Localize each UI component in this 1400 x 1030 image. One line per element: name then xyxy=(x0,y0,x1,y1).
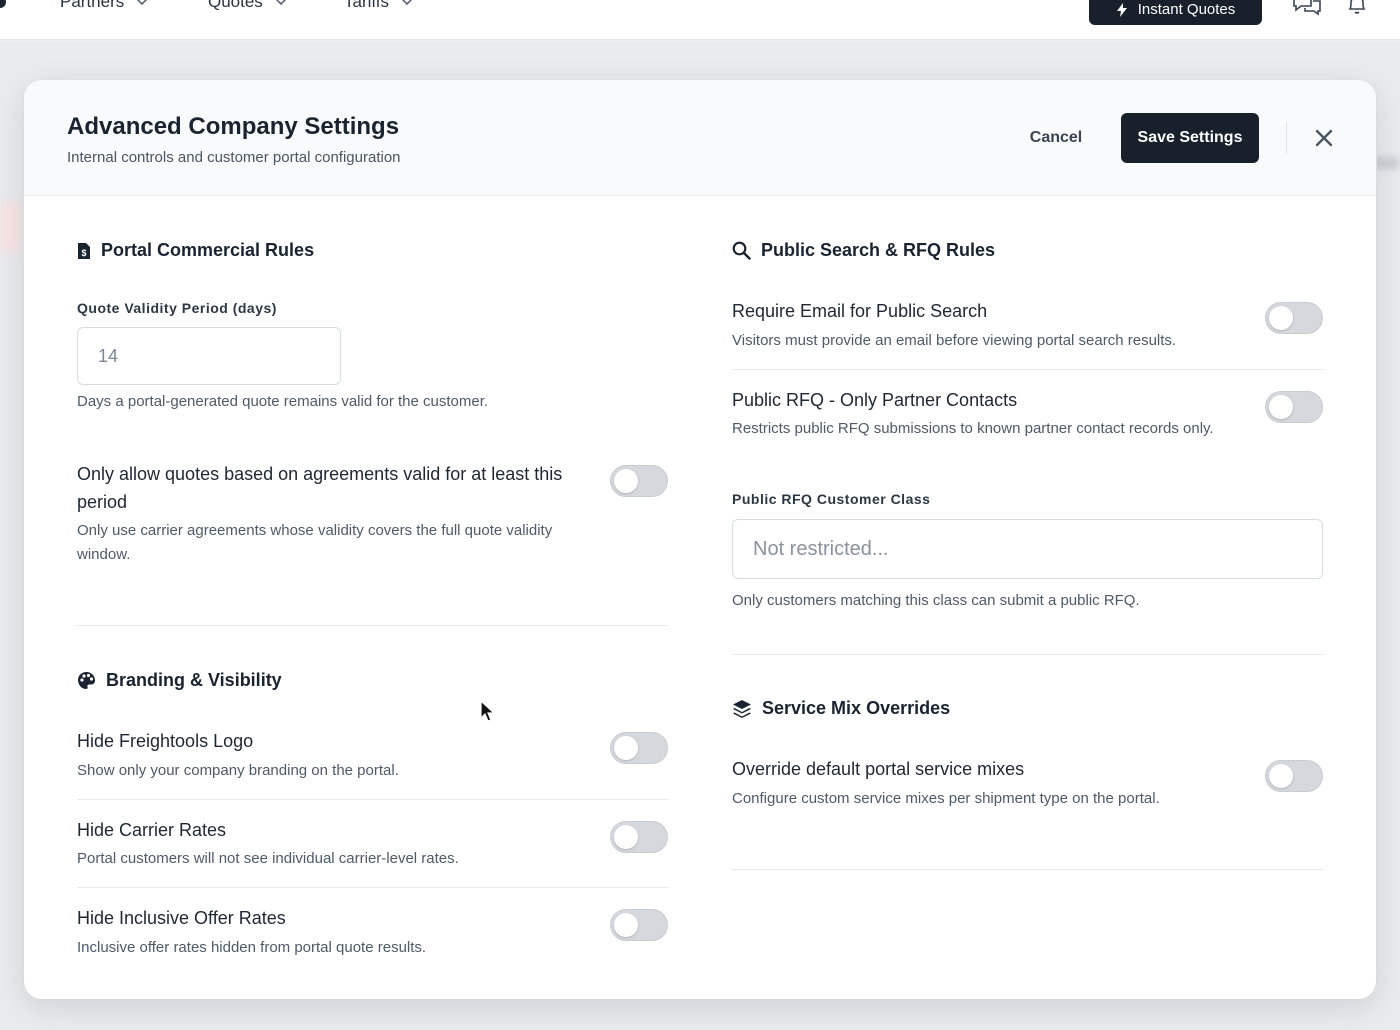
close-icon xyxy=(1315,129,1333,147)
customer-class-help: Only customers matching this class can s… xyxy=(732,592,1140,609)
service-mix-heading: Service Mix Overrides xyxy=(732,698,950,719)
settings-modal: Advanced Company Settings Internal contr… xyxy=(24,80,1376,999)
nav-item-label: Tariffs xyxy=(344,0,390,11)
close-button[interactable] xyxy=(1308,122,1340,154)
chevron-down-icon xyxy=(401,0,413,6)
cancel-button[interactable]: Cancel xyxy=(1014,113,1098,163)
toggle-knob xyxy=(1269,764,1293,788)
save-settings-button[interactable]: Save Settings xyxy=(1121,113,1259,163)
nav-item-label: Partners xyxy=(60,0,125,11)
quote-validity-label: Quote Validity Period (days) xyxy=(77,300,277,316)
agreements-setting-label: Only allow quotes based on agreements va… xyxy=(77,464,563,512)
layers-icon xyxy=(733,699,751,718)
quote-validity-value: 14 xyxy=(98,345,119,366)
require-email-toggle[interactable] xyxy=(1265,302,1323,334)
palette-icon xyxy=(78,672,95,689)
toggle-knob xyxy=(614,825,638,849)
section-title-text: Public Search & RFQ Rules xyxy=(761,240,996,260)
toggle-knob xyxy=(614,736,638,760)
quote-validity-input[interactable]: 14 xyxy=(77,327,341,385)
chevron-down-icon xyxy=(137,0,148,6)
instant-quotes-button[interactable]: Instant Quotes xyxy=(1089,0,1262,25)
customer-class-placeholder: Not restricted... xyxy=(753,537,889,560)
public-search-heading: Public Search & RFQ Rules xyxy=(732,240,995,261)
toggle-knob xyxy=(614,913,638,937)
svg-text:$: $ xyxy=(81,248,86,258)
override-service-mix-desc: Configure custom service mixes per shipm… xyxy=(732,790,1160,807)
nav-item-quotes[interactable]: Quotes xyxy=(208,0,287,12)
quote-validity-help: Days a portal-generated quote remains va… xyxy=(77,393,489,410)
search-icon xyxy=(732,241,751,260)
hide-inclusive-offer-label: Hide Inclusive Offer Rates xyxy=(77,908,286,928)
instant-quotes-label: Instant Quotes xyxy=(1137,1,1236,18)
partner-contacts-desc: Restricts public RFQ submissions to know… xyxy=(732,420,1214,437)
app-logo[interactable] xyxy=(0,0,6,8)
toggle-knob xyxy=(1269,306,1293,330)
portal-rules-heading: $ Portal Commercial Rules xyxy=(77,240,314,261)
hide-carrier-rates-toggle[interactable] xyxy=(610,821,668,853)
setting-divider xyxy=(77,887,668,888)
chat-icon[interactable] xyxy=(1291,0,1323,16)
hide-logo-label: Hide Freightools Logo xyxy=(77,731,254,751)
partner-contacts-label: Public RFQ - Only Partner Contacts xyxy=(732,390,1018,410)
nav-item-partners[interactable]: Partners xyxy=(60,0,148,12)
modal-subtitle: Internal controls and customer portal co… xyxy=(67,149,401,166)
branding-heading: Branding & Visibility xyxy=(77,670,282,691)
require-email-label: Require Email for Public Search xyxy=(732,301,988,321)
override-service-mix-toggle[interactable] xyxy=(1265,760,1323,792)
section-title-text: Portal Commercial Rules xyxy=(101,240,315,260)
file-invoice-icon: $ xyxy=(78,242,90,259)
partner-contacts-toggle[interactable] xyxy=(1265,391,1323,423)
bell-icon[interactable] xyxy=(1346,0,1368,16)
require-email-desc: Visitors must provide an email before vi… xyxy=(732,332,1177,349)
hide-inclusive-offer-toggle[interactable] xyxy=(610,909,668,941)
hide-carrier-rates-desc: Portal customers will not see individual… xyxy=(77,850,459,867)
top-navigation: Partners Quotes Tariffs Instant Quotes xyxy=(0,0,1400,40)
toggle-knob xyxy=(1269,395,1293,419)
toggle-knob xyxy=(614,469,638,493)
mouse-cursor-icon xyxy=(480,700,496,722)
agreements-setting-desc: Only use carrier agreements whose validi… xyxy=(77,522,553,563)
bolt-icon xyxy=(1116,2,1127,17)
section-divider xyxy=(732,654,1323,655)
section-divider xyxy=(732,869,1323,870)
override-service-mix-label: Override default portal service mixes xyxy=(732,759,1025,779)
section-divider xyxy=(77,625,668,626)
modal-header: Advanced Company Settings Internal contr… xyxy=(24,80,1376,196)
modal-title: Advanced Company Settings xyxy=(67,113,400,140)
agreements-toggle[interactable] xyxy=(610,465,668,497)
section-title-text: Branding & Visibility xyxy=(106,670,282,690)
setting-divider xyxy=(732,369,1323,370)
setting-divider xyxy=(77,799,668,800)
nav-item-tariffs[interactable]: Tariffs xyxy=(344,0,413,12)
chevron-down-icon xyxy=(275,0,286,6)
backdrop-ghost xyxy=(0,201,22,253)
hide-logo-toggle[interactable] xyxy=(610,732,668,764)
customer-class-input[interactable]: Not restricted... xyxy=(732,519,1323,579)
hide-inclusive-offer-desc: Inclusive offer rates hidden from portal… xyxy=(77,939,427,956)
hide-logo-desc: Show only your company branding on the p… xyxy=(77,762,399,779)
header-divider xyxy=(1286,122,1287,154)
hide-carrier-rates-label: Hide Carrier Rates xyxy=(77,820,227,840)
customer-class-label: Public RFQ Customer Class xyxy=(732,491,931,507)
nav-item-label: Quotes xyxy=(208,0,263,11)
section-title-text: Service Mix Overrides xyxy=(762,698,951,718)
backdrop-ghost xyxy=(1372,156,1400,170)
